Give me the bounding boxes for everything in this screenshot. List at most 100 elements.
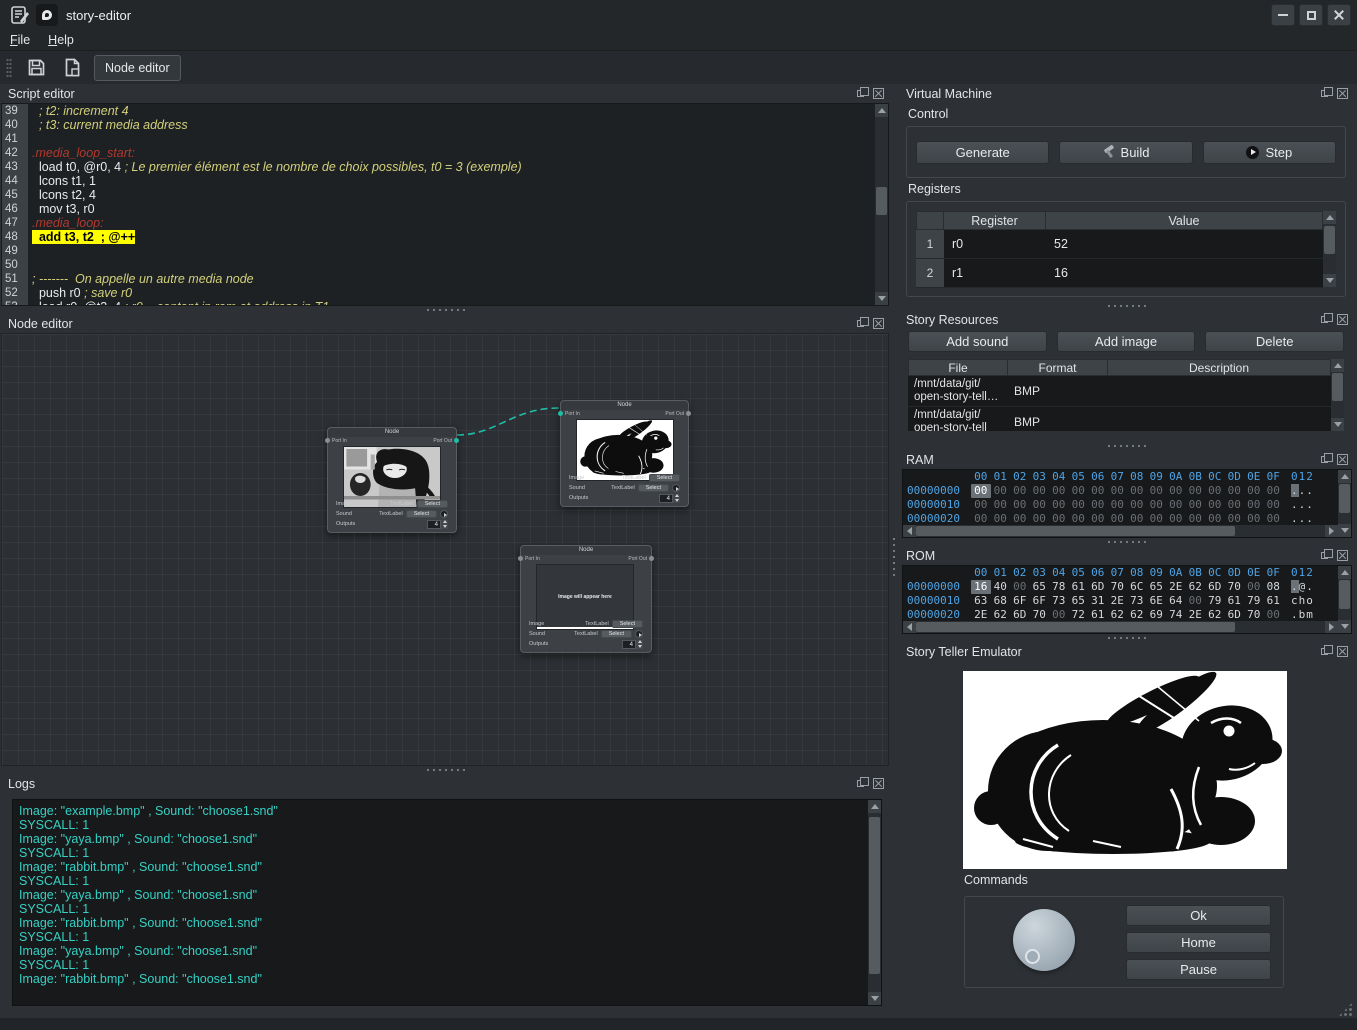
menu-help[interactable]: Help — [48, 33, 74, 47]
byte-cell[interactable]: 00 — [1030, 498, 1050, 512]
register-column-header[interactable]: Register — [944, 211, 1046, 230]
code-line[interactable]: 44 lcons t1, 1 — [2, 174, 875, 188]
media-node[interactable]: Node Port In Port Out ImageTextLabelSele… — [327, 427, 457, 533]
play-sound-icon[interactable] — [440, 510, 448, 518]
byte-cell[interactable]: 00 — [1147, 498, 1167, 512]
node-editor-toggle-button[interactable]: Node editor — [94, 55, 181, 81]
play-sound-icon[interactable] — [635, 630, 643, 638]
menu-file[interactable]: File — [10, 33, 30, 47]
scroll-down-icon[interactable] — [868, 992, 881, 1005]
splitter-handle[interactable] — [898, 538, 1354, 546]
generate-button[interactable]: Generate — [916, 141, 1049, 164]
hex-row[interactable]: 000000001640006578616D706C652E626D700008… — [907, 580, 1338, 594]
byte-cell[interactable]: 2E — [1166, 580, 1186, 594]
value-column-header[interactable]: Value — [1046, 211, 1323, 230]
byte-cell[interactable]: 73 — [1127, 594, 1147, 608]
delete-button[interactable]: Delete — [1205, 331, 1344, 352]
byte-cell[interactable]: 00 — [1030, 484, 1050, 498]
code-line[interactable]: 48 add t3, t2 ; @++ — [2, 230, 875, 244]
minimize-button[interactable] — [1271, 4, 1295, 26]
byte-cell[interactable]: 61 — [1088, 608, 1108, 621]
port-in-dot[interactable] — [518, 556, 523, 561]
scroll-right-icon[interactable] — [1325, 525, 1338, 537]
byte-cell[interactable]: 73 — [1049, 594, 1069, 608]
byte-cell[interactable]: 00 — [1049, 484, 1069, 498]
byte-cell[interactable]: 00 — [1264, 512, 1284, 525]
byte-cell[interactable]: 00 — [1088, 484, 1108, 498]
code-line[interactable]: 45 lcons t2, 4 — [2, 188, 875, 202]
code-line[interactable]: 49 — [2, 244, 875, 258]
scroll-down-icon[interactable] — [875, 292, 888, 305]
byte-cell[interactable]: 72 — [1069, 608, 1089, 621]
byte-cell[interactable]: 00 — [971, 512, 991, 525]
byte-cell[interactable]: 00 — [1225, 498, 1245, 512]
byte-cell[interactable]: 00 — [1244, 498, 1264, 512]
script-editor[interactable]: 39 ; t2: increment 440 ; t3: current med… — [2, 104, 875, 305]
byte-cell[interactable]: 31 — [1088, 594, 1108, 608]
byte-cell[interactable]: 70 — [1030, 608, 1050, 621]
scroll-down-icon[interactable] — [1338, 524, 1351, 537]
byte-cell[interactable]: 00 — [1069, 498, 1089, 512]
byte-cell[interactable]: 65 — [1147, 580, 1167, 594]
logs-scrollbar[interactable] — [868, 800, 881, 1005]
byte-cell[interactable]: 70 — [1244, 608, 1264, 621]
scroll-up-icon[interactable] — [1323, 211, 1336, 224]
float-panel-icon[interactable] — [1321, 648, 1328, 655]
add-sound-button[interactable]: Add sound — [908, 331, 1047, 352]
byte-cell[interactable]: 00 — [1225, 512, 1245, 525]
pause-button[interactable]: Pause — [1126, 959, 1271, 980]
byte-cell[interactable]: 08 — [1264, 580, 1284, 594]
byte-cell[interactable]: 2E — [1186, 608, 1206, 621]
code-line[interactable]: 40 ; t3: current media address — [2, 118, 875, 132]
byte-cell[interactable]: 00 — [1186, 498, 1206, 512]
byte-cell[interactable]: 61 — [1225, 594, 1245, 608]
scroll-up-icon[interactable] — [1338, 566, 1351, 579]
code-line[interactable]: 50 — [2, 258, 875, 272]
byte-cell[interactable]: 00 — [1225, 484, 1245, 498]
byte-cell[interactable]: 00 — [1205, 512, 1225, 525]
byte-cell[interactable]: 00 — [1088, 512, 1108, 525]
resource-row[interactable]: /mnt/data/git/open-story-tell…BMP — [908, 376, 1331, 407]
home-button[interactable]: Home — [1126, 932, 1271, 953]
spin-arrows-icon[interactable] — [441, 520, 448, 529]
scroll-down-icon[interactable] — [1331, 418, 1344, 431]
scroll-up-icon[interactable] — [1331, 359, 1344, 372]
byte-cell[interactable]: 00 — [1244, 580, 1264, 594]
file-column-header[interactable]: File — [908, 359, 1008, 376]
byte-cell[interactable]: 00 — [991, 512, 1011, 525]
toolbar-grip[interactable] — [6, 58, 12, 78]
byte-cell[interactable]: 61 — [1069, 580, 1089, 594]
close-panel-icon[interactable] — [873, 318, 884, 329]
register-row[interactable]: 2r116 — [916, 259, 1323, 288]
node-canvas[interactable]: Node Port In Port Out ImageTextLabelSele… — [1, 333, 889, 766]
byte-cell[interactable]: 00 — [1010, 512, 1030, 525]
byte-cell[interactable]: 62 — [1127, 608, 1147, 621]
port-out-dot[interactable] — [454, 438, 459, 443]
step-button[interactable]: Step — [1203, 141, 1336, 164]
scroll-up-icon[interactable] — [868, 800, 881, 813]
close-panel-icon[interactable] — [1337, 454, 1348, 465]
byte-cell[interactable]: 00 — [971, 484, 991, 498]
resources-scrollbar[interactable] — [1331, 359, 1344, 431]
byte-cell[interactable]: 62 — [991, 608, 1011, 621]
byte-cell[interactable]: 6D — [1088, 580, 1108, 594]
port-in-dot[interactable] — [558, 411, 563, 416]
register-value-cell[interactable]: 16 — [1046, 259, 1323, 287]
scroll-down-icon[interactable] — [1338, 620, 1351, 633]
hex-row[interactable]: 0000002000000000000000000000000000000000… — [907, 512, 1338, 525]
code-line[interactable]: 51; ------- On appelle un autre media no… — [2, 272, 875, 286]
select-sound-button[interactable]: Select — [638, 484, 669, 492]
byte-cell[interactable]: 00 — [971, 498, 991, 512]
byte-cell[interactable]: 00 — [1049, 512, 1069, 525]
byte-cell[interactable]: 00 — [1186, 594, 1206, 608]
rom-vscrollbar[interactable] — [1338, 566, 1351, 633]
splitter-handle[interactable] — [0, 306, 890, 314]
byte-cell[interactable]: 6F — [1010, 594, 1030, 608]
float-panel-icon[interactable] — [1321, 90, 1328, 97]
byte-cell[interactable]: 65 — [1069, 594, 1089, 608]
float-panel-icon[interactable] — [857, 90, 864, 97]
spin-arrows-icon[interactable] — [636, 640, 643, 649]
byte-cell[interactable]: 70 — [1108, 580, 1128, 594]
scroll-right-icon[interactable] — [1325, 621, 1338, 633]
byte-cell[interactable]: 00 — [1049, 608, 1069, 621]
